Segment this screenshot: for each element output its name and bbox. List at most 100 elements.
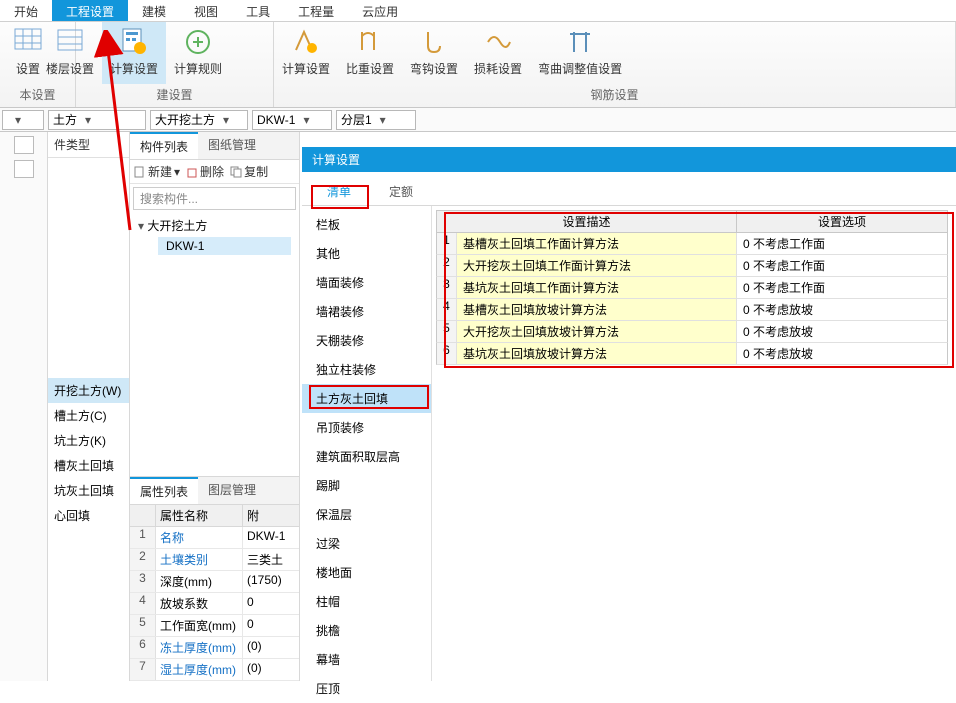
prop-row[interactable]: 6冻土厚度(mm)(0) (130, 637, 299, 659)
new-button[interactable]: 新建 ▾ (134, 163, 180, 180)
cat-item[interactable]: 挑檐 (302, 616, 431, 645)
cat-item[interactable]: 楼地面 (302, 558, 431, 587)
dd-value: 分层1 (341, 111, 372, 128)
prop-header: 属性名称附 (130, 505, 299, 527)
ribbon-hook[interactable]: 弯钩设置 (402, 22, 466, 84)
type-item[interactable]: 坑土方(K) (48, 428, 129, 453)
tab-layers[interactable]: 图层管理 (198, 477, 266, 504)
settings-header: 设置描述 设置选项 (436, 210, 948, 233)
dd-category[interactable]: 土方▾ (48, 110, 146, 130)
btn-label: 新建 (148, 163, 172, 180)
dialog-title: 计算设置 (302, 147, 956, 172)
cat-item[interactable]: 踢脚 (302, 471, 431, 500)
dd-floor[interactable]: 分层1▾ (336, 110, 416, 130)
prop-row[interactable]: 2土壤类别三类土 (130, 549, 299, 571)
tab-component-list[interactable]: 构件列表 (130, 132, 198, 159)
ribbon-group-title: 本设置 (0, 84, 75, 107)
calc-settings-dialog: 计算设置 清单 定额 栏板 其他 墙面装修 墙裙装修 天棚装修 独立柱装修 土方… (302, 147, 956, 681)
tab-tools[interactable]: 工具 (232, 0, 284, 21)
doc-icon (134, 166, 146, 178)
bend-icon (566, 28, 594, 56)
prop-head-val: 附 (243, 505, 299, 526)
cat-item[interactable]: 建筑面积取层高 (302, 442, 431, 471)
dd-type[interactable]: 大开挖土方 ▾ (150, 110, 248, 130)
dialog-body: 栏板 其他 墙面装修 墙裙装修 天棚装修 独立柱装修 土方灰土回填 吊顶装修 建… (302, 206, 956, 681)
settings-row[interactable]: 4基槽灰土回填放坡计算方法0 不考虑放坡 (436, 299, 948, 321)
tree-parent[interactable]: 大开挖土方 (138, 217, 291, 234)
prop-tabs: 属性列表 图层管理 (130, 476, 299, 505)
tab-cloud[interactable]: 云应用 (348, 0, 412, 21)
ribbon-weight[interactable]: 比重设置 (338, 22, 402, 84)
cat-item[interactable]: 墙裙装修 (302, 297, 431, 326)
tab-dinge[interactable]: 定额 (372, 178, 430, 205)
selector-row: ▾ 土方▾ 大开挖土方▾ DKW-1▾ 分层1▾ (0, 108, 956, 132)
cat-item[interactable]: 幕墙 (302, 645, 431, 674)
settings-row[interactable]: 3基坑灰土回填工作面计算方法0 不考虑工作面 (436, 277, 948, 299)
type-item[interactable]: 槽灰土回填 (48, 453, 129, 478)
ribbon-label: 比重设置 (346, 60, 394, 77)
settings-row[interactable]: 2大开挖灰土回填工作面计算方法0 不考虑工作面 (436, 255, 948, 277)
dd-component[interactable]: DKW-1▾ (252, 110, 332, 130)
ribbon-label: 楼层设置 (46, 60, 94, 77)
settings-row[interactable]: 5大开挖灰土回填放坡计算方法0 不考虑放坡 (436, 321, 948, 343)
tree-child[interactable]: DKW-1 (158, 237, 291, 255)
ribbon-rebar-calc[interactable]: 计算设置 (274, 22, 338, 84)
type-item[interactable]: 坑灰土回填 (48, 478, 129, 503)
type-item[interactable]: 开挖土方(W) (48, 378, 129, 403)
prop-row[interactable]: 3深度(mm)(1750) (130, 571, 299, 593)
ribbon-loss[interactable]: 损耗设置 (466, 22, 530, 84)
cat-item[interactable]: 过梁 (302, 529, 431, 558)
ribbon-label: 计算设置 (110, 60, 158, 77)
dialog-tabs: 清单 定额 (302, 172, 956, 206)
delete-button[interactable]: 删除 (186, 163, 224, 180)
prop-row[interactable]: 1名称DKW-1 (130, 527, 299, 549)
mini-btn-2[interactable] (14, 160, 34, 178)
settings-row[interactable]: 1基槽灰土回填工作面计算方法0 不考虑工作面 (436, 233, 948, 255)
ribbon-bend-adjust[interactable]: 弯曲调整值设置 (530, 22, 630, 84)
chevron-down-icon: ▾ (219, 113, 233, 127)
cat-item[interactable]: 保温层 (302, 500, 431, 529)
component-tree: 大开挖土方 DKW-1 (130, 213, 299, 259)
tab-start[interactable]: 开始 (0, 0, 52, 21)
ribbon-label: 弯曲调整值设置 (538, 60, 622, 77)
type-item[interactable]: 心回填 (48, 503, 129, 528)
ribbon-calc-rules[interactable]: 计算规则 (166, 22, 230, 84)
tab-qingdan[interactable]: 清单 (310, 178, 368, 205)
ribbon-floor[interactable]: 楼层设置 (38, 22, 102, 84)
mini-btn-1[interactable] (14, 136, 34, 154)
cat-item[interactable]: 其他 (302, 239, 431, 268)
tab-project-settings[interactable]: 工程设置 (52, 0, 128, 21)
tab-drawing-mgmt[interactable]: 图纸管理 (198, 132, 266, 159)
settings-row[interactable]: 6基坑灰土回填放坡计算方法0 不考虑放坡 (436, 343, 948, 365)
cat-item[interactable]: 压顶 (302, 674, 431, 703)
chevron-down-icon: ▾ (81, 113, 95, 127)
type-item[interactable]: 槽土方(C) (48, 403, 129, 428)
cat-item[interactable]: 天棚装修 (302, 326, 431, 355)
tab-quantity[interactable]: 工程量 (284, 0, 348, 21)
dd-value: 大开挖土方 (155, 111, 215, 128)
search-input[interactable]: 搜索构件... (133, 187, 296, 210)
head-desc: 设置描述 (437, 211, 737, 232)
cat-item[interactable]: 吊顶装修 (302, 413, 431, 442)
cat-item[interactable]: 柱帽 (302, 587, 431, 616)
cat-item[interactable]: 独立柱装修 (302, 355, 431, 384)
ribbon-calc-settings[interactable]: 计算设置 (102, 22, 166, 84)
copy-button[interactable]: 复制 (230, 163, 268, 180)
ribbon-group-title: 钢筋设置 (274, 84, 955, 107)
cat-item[interactable]: 墙面装修 (302, 268, 431, 297)
tab-view[interactable]: 视图 (180, 0, 232, 21)
dd-layer[interactable]: ▾ (2, 110, 44, 130)
prop-table: 1名称DKW-1 2土壤类别三类土 3深度(mm)(1750) 4放坡系数0 5… (130, 527, 299, 681)
cat-item-selected[interactable]: 土方灰土回填 (302, 384, 431, 413)
mid-toolbar: 新建 ▾ 删除 复制 (130, 160, 299, 184)
prop-row[interactable]: 4放坡系数0 (130, 593, 299, 615)
ribbon-label: 弯钩设置 (410, 60, 458, 77)
cat-item[interactable]: 栏板 (302, 210, 431, 239)
prop-row[interactable]: 5工作面宽(mm)0 (130, 615, 299, 637)
tab-modeling[interactable]: 建模 (128, 0, 180, 21)
btn-label: 复制 (244, 163, 268, 180)
weight-icon (356, 28, 384, 56)
ribbon: 设置 本设置 楼层设置 计算设置 计算规则 建设置 计算设 (0, 22, 956, 108)
prop-row[interactable]: 7湿土厚度(mm)(0) (130, 659, 299, 681)
tab-properties[interactable]: 属性列表 (130, 477, 198, 504)
